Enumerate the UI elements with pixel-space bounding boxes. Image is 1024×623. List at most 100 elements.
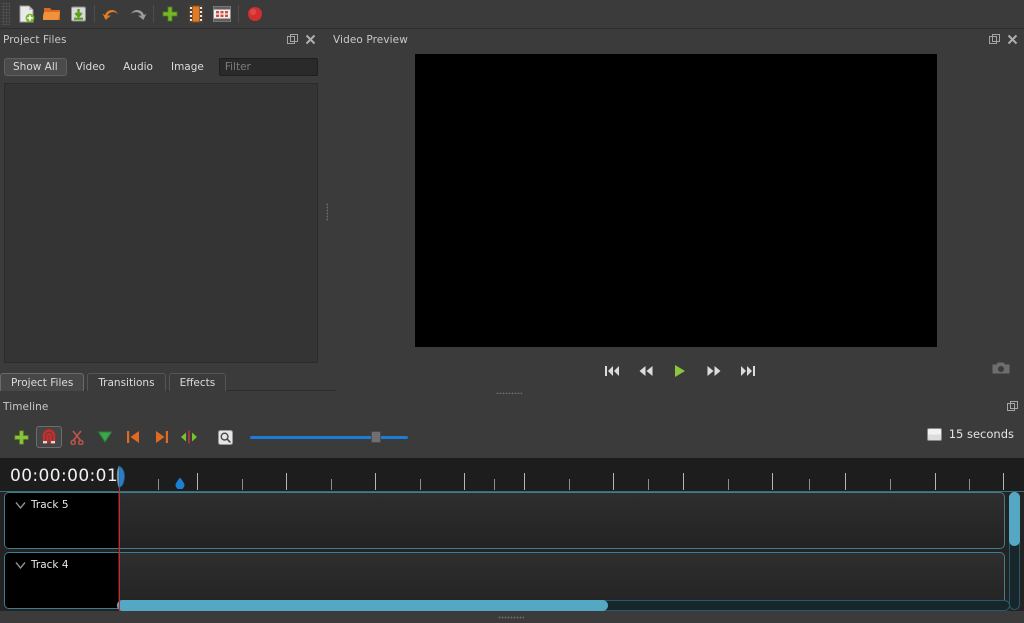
toolbar-drag-handle[interactable] [1, 3, 10, 25]
project-files-filter-input[interactable]: Filter [218, 58, 318, 76]
snapping-toggle-button[interactable] [36, 426, 62, 448]
center-playhead-button[interactable] [176, 426, 202, 448]
next-marker-icon [155, 431, 168, 443]
video-preview-close-button[interactable] [1006, 34, 1018, 46]
zoom-fit-icon [217, 429, 233, 445]
timeline-float-button[interactable] [1006, 401, 1018, 413]
export-video-icon [247, 6, 263, 22]
project-files-list[interactable] [4, 83, 318, 363]
magnet-icon [42, 429, 56, 444]
next-marker-button[interactable] [148, 426, 174, 448]
profile-button[interactable] [183, 2, 209, 27]
timeline-zoom-level: 15 seconds [926, 427, 1014, 441]
horizontal-scrollbar-thumb[interactable] [117, 600, 608, 611]
float-icon [286, 34, 298, 44]
ruler-tick-minor [420, 479, 421, 490]
ruler-tick-major [935, 473, 936, 490]
center-playhead-icon [181, 430, 197, 444]
profile-icon [189, 5, 203, 23]
track-body[interactable]: Track 5 [4, 492, 1005, 549]
main-toolbar [0, 0, 1024, 29]
track-header[interactable]: Track 5 [5, 493, 118, 548]
export-video-button[interactable] [242, 2, 268, 27]
vertical-splitter[interactable] [322, 55, 332, 365]
track-label: Track 4 [31, 559, 69, 571]
splitter-grip [326, 203, 328, 221]
ruler-tick-major [772, 473, 773, 490]
project-files-close-button[interactable] [304, 34, 316, 46]
ruler-tick-minor [890, 479, 891, 490]
ruler-tick-minor [242, 479, 243, 490]
filter-video-button[interactable]: Video [67, 58, 114, 76]
skip-to-start-button[interactable] [602, 361, 622, 381]
jump-back-icon [605, 366, 619, 376]
video-preview-screen[interactable] [415, 54, 937, 347]
project-files-float-button[interactable] [286, 34, 298, 46]
timeline-zoom-slider[interactable] [250, 427, 408, 447]
filter-audio-button[interactable]: Audio [114, 58, 162, 76]
skip-to-end-button[interactable] [738, 361, 758, 381]
project-files-dock-titlebar: Project Files [0, 31, 322, 48]
undo-button[interactable] [98, 2, 124, 27]
previous-marker-icon [126, 431, 139, 443]
tab-transitions[interactable]: Transitions [87, 373, 166, 391]
timeline-vertical-scrollbar[interactable] [1009, 492, 1020, 610]
chevron-down-icon[interactable] [15, 501, 26, 510]
save-project-button[interactable] [65, 2, 91, 27]
rewind-button[interactable] [636, 361, 656, 381]
track-header[interactable]: Track 4 [5, 553, 118, 608]
chevron-down-icon[interactable] [15, 561, 26, 570]
zoom-fit-button[interactable] [212, 426, 238, 448]
video-preview-float-button[interactable] [988, 34, 1000, 46]
import-files-button[interactable] [157, 2, 183, 27]
video-preview-dock-title: Video Preview [333, 33, 408, 46]
playhead-line [119, 487, 120, 611]
timeline-ruler[interactable]: 00:00:1500:00:3000:00:4500:01:0000:01:15… [0, 458, 1024, 492]
timeline-dock-title: Timeline [3, 400, 49, 413]
ruler-tick-major [613, 473, 614, 490]
toolbar-separator [94, 5, 95, 23]
window-bottom-grip[interactable] [498, 616, 524, 619]
timeline-tracks: Track 5 Track 4 [0, 492, 1007, 611]
left-panel-tabbar: Project Files Transitions Effects [0, 372, 336, 391]
horizontal-splitter[interactable] [336, 388, 688, 398]
tab-effects[interactable]: Effects [168, 373, 227, 391]
filter-image-button[interactable]: Image [162, 58, 213, 76]
add-marker-button[interactable] [92, 426, 118, 448]
add-track-button[interactable] [8, 426, 34, 448]
fast-forward-button[interactable] [704, 361, 724, 381]
zoom-slider-groove [250, 436, 408, 439]
open-project-button[interactable] [39, 2, 65, 27]
play-icon [675, 365, 685, 377]
fast-forward-icon [707, 366, 721, 376]
razor-tool-button[interactable] [64, 426, 90, 448]
vertical-scrollbar-thumb[interactable] [1009, 492, 1020, 546]
toolbar-separator [153, 5, 154, 23]
ruler-tick-minor [494, 479, 495, 490]
snapshot-button[interactable] [990, 359, 1012, 377]
import-files-icon [161, 5, 179, 23]
ruler-tick-major [845, 473, 846, 490]
timeline-horizontal-scrollbar[interactable] [117, 600, 1010, 611]
play-button[interactable] [670, 361, 690, 381]
splitter-grip [496, 392, 522, 394]
ruler-tick-minor [648, 479, 649, 490]
ruler-tick-minor [728, 479, 729, 490]
redo-button[interactable] [124, 2, 150, 27]
new-project-button[interactable] [13, 2, 39, 27]
fullscreen-button[interactable] [209, 2, 235, 27]
zoom-slider-handle[interactable] [371, 431, 381, 443]
tab-project-files[interactable]: Project Files [0, 373, 85, 391]
ruler-tick-minor [969, 479, 970, 490]
timeline-dock-titlebar: Timeline [0, 398, 1024, 415]
playhead-handle[interactable] [113, 465, 127, 489]
filter-show-all-button[interactable]: Show All [4, 58, 67, 76]
timeline-marker[interactable] [174, 477, 186, 489]
track-label: Track 5 [31, 499, 69, 511]
previous-marker-button[interactable] [120, 426, 146, 448]
redo-icon [128, 6, 147, 23]
ruler-tick-minor [158, 479, 159, 490]
ruler-tick-minor [809, 479, 810, 490]
project-files-filter-bar: Show All Video Audio Image Filter [4, 58, 318, 76]
ruler-tick-major [375, 473, 376, 490]
